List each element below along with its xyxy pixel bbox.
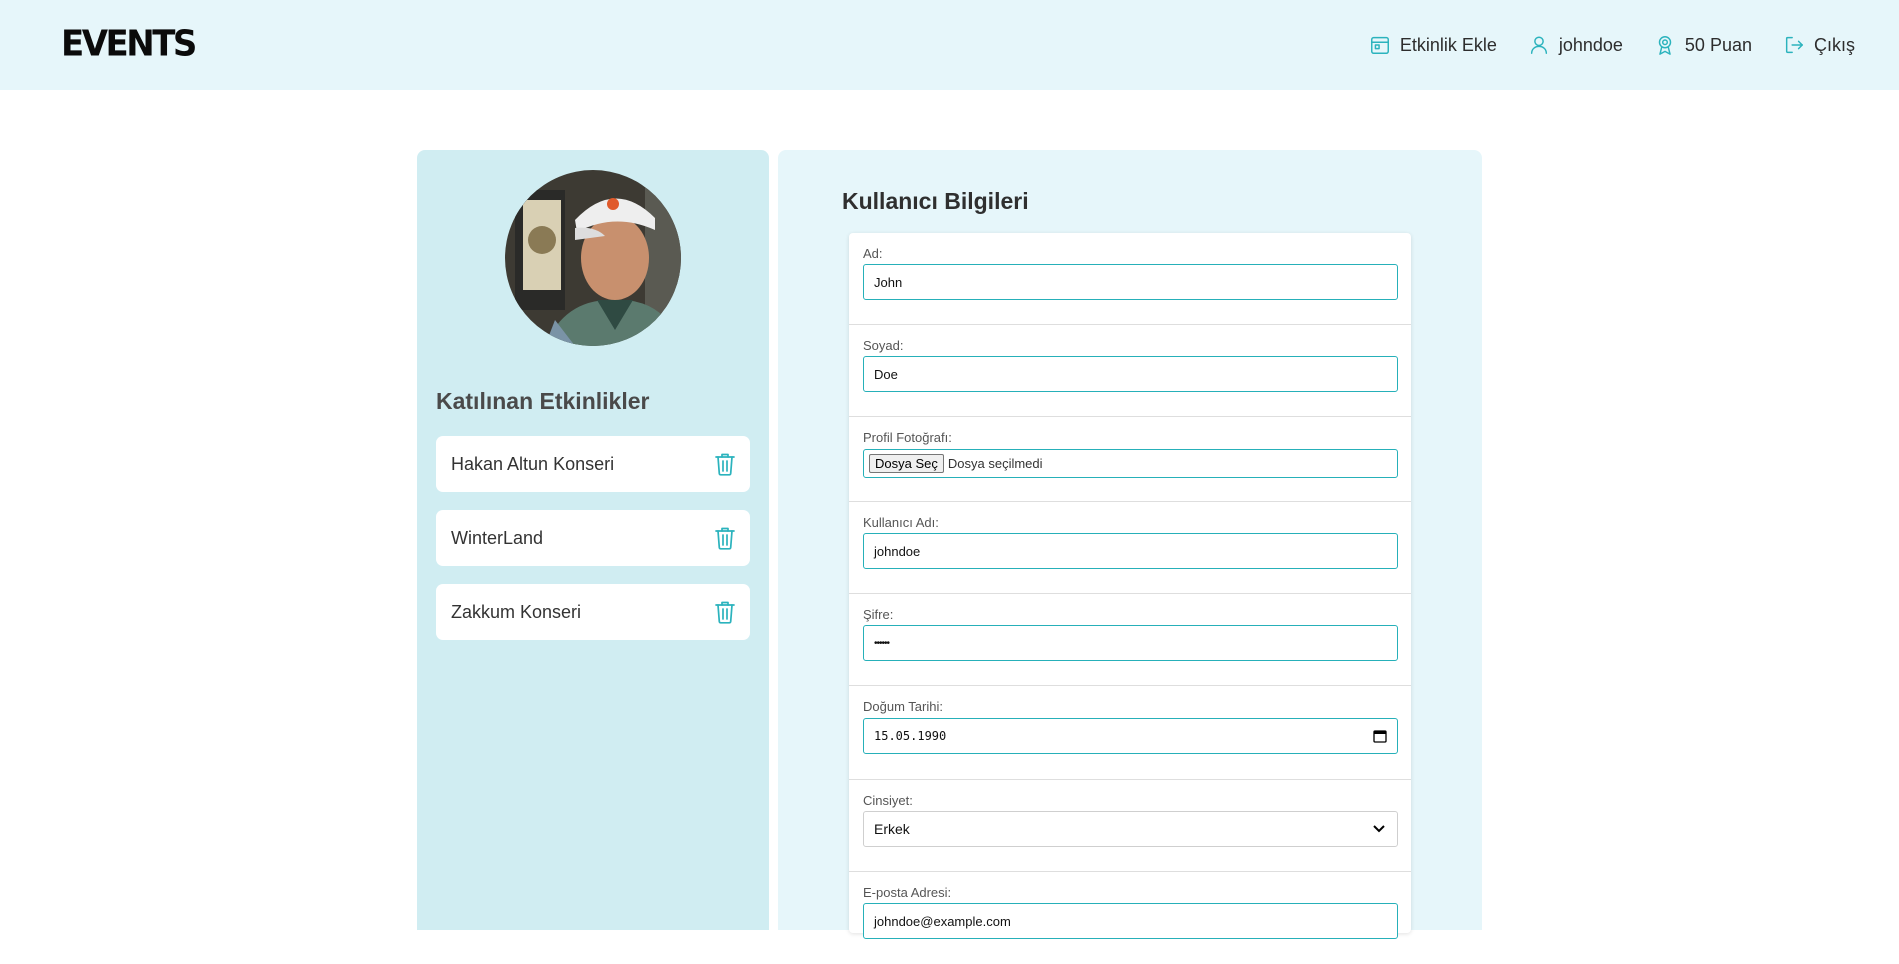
delete-event-button[interactable] [714,452,736,476]
user-info-panel: Kullanıcı Bilgileri Ad: John Soyad: Doe … [778,150,1482,939]
profile-photo-label: Profil Fotoğrafı: [863,430,952,445]
password-input[interactable]: •••••• [863,625,1398,661]
profile-sidebar: Katılınan Etkinlikler Hakan Altun Konser… [417,150,769,930]
last-name-input[interactable]: Doe [863,356,1398,392]
chevron-down-icon [1373,825,1385,833]
username-label: Kullanıcı Adı: [863,515,939,530]
event-name: Zakkum Konseri [451,601,582,622]
gender-group: Cinsiyet: Erkek [849,780,1411,872]
logout-link[interactable]: Çıkış [1783,34,1855,56]
main-nav: Etkinlik Ekle johndoe 50 Puan Çıkış [1369,0,1855,90]
award-icon [1658,36,1672,55]
top-navbar: EVENTS Etkinlik Ekle johndoe 50 Puan Çık… [0,0,1899,90]
gender-value: Erkek [874,821,910,837]
trash-icon [715,601,735,624]
email-input[interactable]: johndoe@example.com [863,903,1398,939]
logout-label: Çıkış [1813,34,1855,55]
file-status: Dosya seçilmedi [947,456,1043,471]
event-card: WinterLand [436,510,750,566]
event-card: Zakkum Konseri [436,584,750,640]
gender-label: Cinsiyet: [863,793,913,808]
calendar-picker-icon[interactable] [1373,729,1387,743]
email-value: johndoe@example.com [874,913,1011,929]
first-name-input[interactable]: John [863,264,1398,300]
event-card: Hakan Altun Konseri [436,436,750,492]
choose-file-button[interactable]: Dosya Seç [869,454,944,473]
password-label: Şifre: [863,607,894,622]
first-name-label: Ad: [863,246,883,261]
password-group: Şifre: •••••• [849,594,1411,686]
username-input[interactable]: johndoe [863,533,1398,569]
trash-icon [715,527,735,550]
profile-photo [505,170,681,346]
birth-date-label: Doğum Tarihi: [863,699,943,714]
password-value: •••••• [874,637,890,649]
user-info-title: Kullanıcı Bilgileri [842,188,1029,214]
delete-event-button[interactable] [714,526,736,550]
site-logo[interactable]: EVENTS [61,23,197,65]
gender-select[interactable]: Erkek [863,811,1398,847]
calendar-icon [1370,36,1389,54]
logout-icon [1785,36,1803,54]
avatar [505,170,681,346]
trash-icon [715,453,735,476]
username-value: johndoe [874,543,921,559]
joined-events-title: Katılınan Etkinlikler [436,388,650,414]
profile-photo-input[interactable]: Dosya Seç Dosya seçilmedi [863,449,1398,478]
email-label: E-posta Adresi: [863,885,952,900]
user-icon [1530,36,1547,54]
points-label: 50 Puan [1684,34,1752,55]
event-name: WinterLand [451,527,544,548]
birth-date-value: 15.05.1990 [874,729,947,743]
birth-date-input[interactable]: 15.05.1990 [863,718,1398,754]
first-name-group: Ad: John [849,233,1411,325]
email-group: E-posta Adresi: johndoe@example.com [849,872,1411,964]
profile-photo-group: Profil Fotoğrafı: Dosya Seç Dosya seçilm… [849,417,1411,502]
event-name: Hakan Altun Konseri [451,453,615,474]
last-name-group: Soyad: Doe [849,325,1411,417]
birth-date-group: Doğum Tarihi: 15.05.1990 [849,686,1411,780]
add-event-link[interactable]: Etkinlik Ekle [1369,34,1497,56]
username-group: Kullanıcı Adı: johndoe [849,502,1411,594]
points-link[interactable]: 50 Puan [1654,34,1752,56]
last-name-value: Doe [874,366,898,382]
profile-link[interactable]: johndoe [1528,34,1623,56]
delete-event-button[interactable] [714,600,736,624]
last-name-label: Soyad: [863,338,904,353]
username-label: johndoe [1558,34,1623,55]
first-name-value: John [874,274,903,290]
user-info-form: Ad: John Soyad: Doe Profil Fotoğrafı: Do… [849,233,1411,939]
add-event-label: Etkinlik Ekle [1399,34,1497,55]
